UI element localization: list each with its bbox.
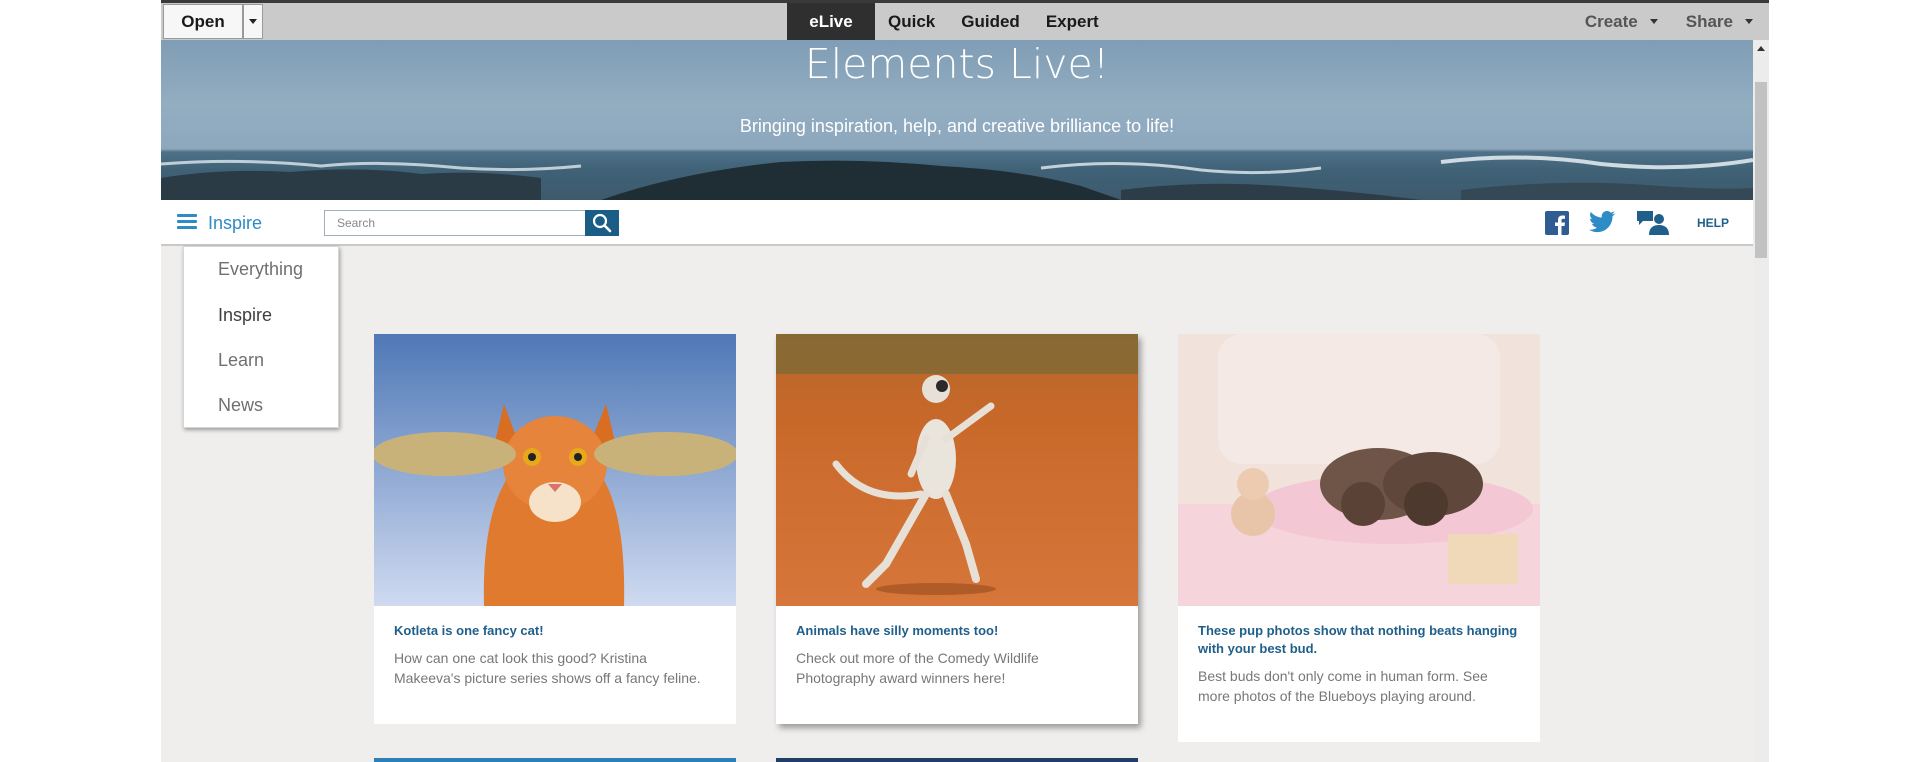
chevron-down-icon xyxy=(1649,19,1658,24)
tab-guided[interactable]: Guided xyxy=(948,3,1033,40)
category-selector[interactable]: Inspire xyxy=(208,213,262,234)
card-description: Best buds don't only come in human form.… xyxy=(1198,668,1488,704)
article-card[interactable]: These pup photos show that nothing beats… xyxy=(1178,334,1540,742)
card-description: Check out more of the Comedy Wildlife Ph… xyxy=(796,650,1039,686)
elements-app: Open eLive Quick Guided Expert Create Sh… xyxy=(161,0,1769,762)
banner-title: Elements Live! xyxy=(804,40,1110,88)
top-toolbar: Open eLive Quick Guided Expert Create Sh… xyxy=(161,0,1769,40)
dancing-lemur-image xyxy=(776,334,1138,606)
twitter-icon[interactable] xyxy=(1589,211,1616,238)
sleeping-dogs-image xyxy=(1178,334,1540,606)
dropdown-item-news[interactable]: News xyxy=(218,395,263,416)
open-button[interactable]: Open xyxy=(163,4,243,39)
elive-nav-bar: Inspire HELP xyxy=(161,200,1753,246)
next-card-edge xyxy=(374,758,736,762)
scroll-up-arrow-icon[interactable] xyxy=(1757,46,1765,51)
category-dropdown: Everything Inspire Learn News xyxy=(183,246,339,428)
open-dropdown-button[interactable] xyxy=(243,4,263,39)
tab-quick[interactable]: Quick xyxy=(875,3,948,40)
mode-tabs: eLive Quick Guided Expert xyxy=(787,3,1112,40)
article-card[interactable]: Animals have silly moments too! Check ou… xyxy=(776,334,1138,724)
cat-with-fish-image xyxy=(374,334,736,606)
vertical-scrollbar[interactable] xyxy=(1753,40,1769,762)
tab-expert[interactable]: Expert xyxy=(1033,3,1112,40)
card-title[interactable]: Animals have silly moments too! xyxy=(796,622,1118,640)
create-label: Create xyxy=(1584,11,1638,31)
chevron-down-icon xyxy=(249,19,257,24)
create-menu[interactable]: Create xyxy=(1585,3,1658,40)
share-label: Share xyxy=(1685,11,1733,31)
hero-banner: Elements Live! Bringing inspiration, hel… xyxy=(161,40,1753,200)
banner-subtitle: Bringing inspiration, help, and creative… xyxy=(739,116,1175,136)
tab-elive[interactable]: eLive xyxy=(787,3,875,40)
dropdown-item-inspire[interactable]: Inspire xyxy=(218,305,272,326)
search-icon xyxy=(592,213,612,233)
share-menu[interactable]: Share xyxy=(1686,3,1753,40)
card-title[interactable]: These pup photos show that nothing beats… xyxy=(1198,622,1520,658)
article-card[interactable]: Kotleta is one fancy cat! How can one ca… xyxy=(374,334,736,724)
search-input[interactable] xyxy=(324,210,586,236)
menu-icon[interactable] xyxy=(177,214,197,230)
card-description: How can one cat look this good? Kristina… xyxy=(394,650,701,686)
community-icon[interactable] xyxy=(1636,210,1670,241)
scroll-thumb[interactable] xyxy=(1755,82,1767,258)
card-title[interactable]: Kotleta is one fancy cat! xyxy=(394,622,716,640)
dropdown-item-everything[interactable]: Everything xyxy=(218,259,303,280)
search-button[interactable] xyxy=(585,210,619,236)
facebook-icon[interactable] xyxy=(1545,211,1569,240)
chevron-down-icon xyxy=(1745,19,1753,24)
next-card-edge xyxy=(776,758,1138,762)
right-menus: Create Share xyxy=(1585,3,1753,40)
dropdown-item-learn[interactable]: Learn xyxy=(218,350,264,371)
help-link[interactable]: HELP xyxy=(1697,216,1729,230)
